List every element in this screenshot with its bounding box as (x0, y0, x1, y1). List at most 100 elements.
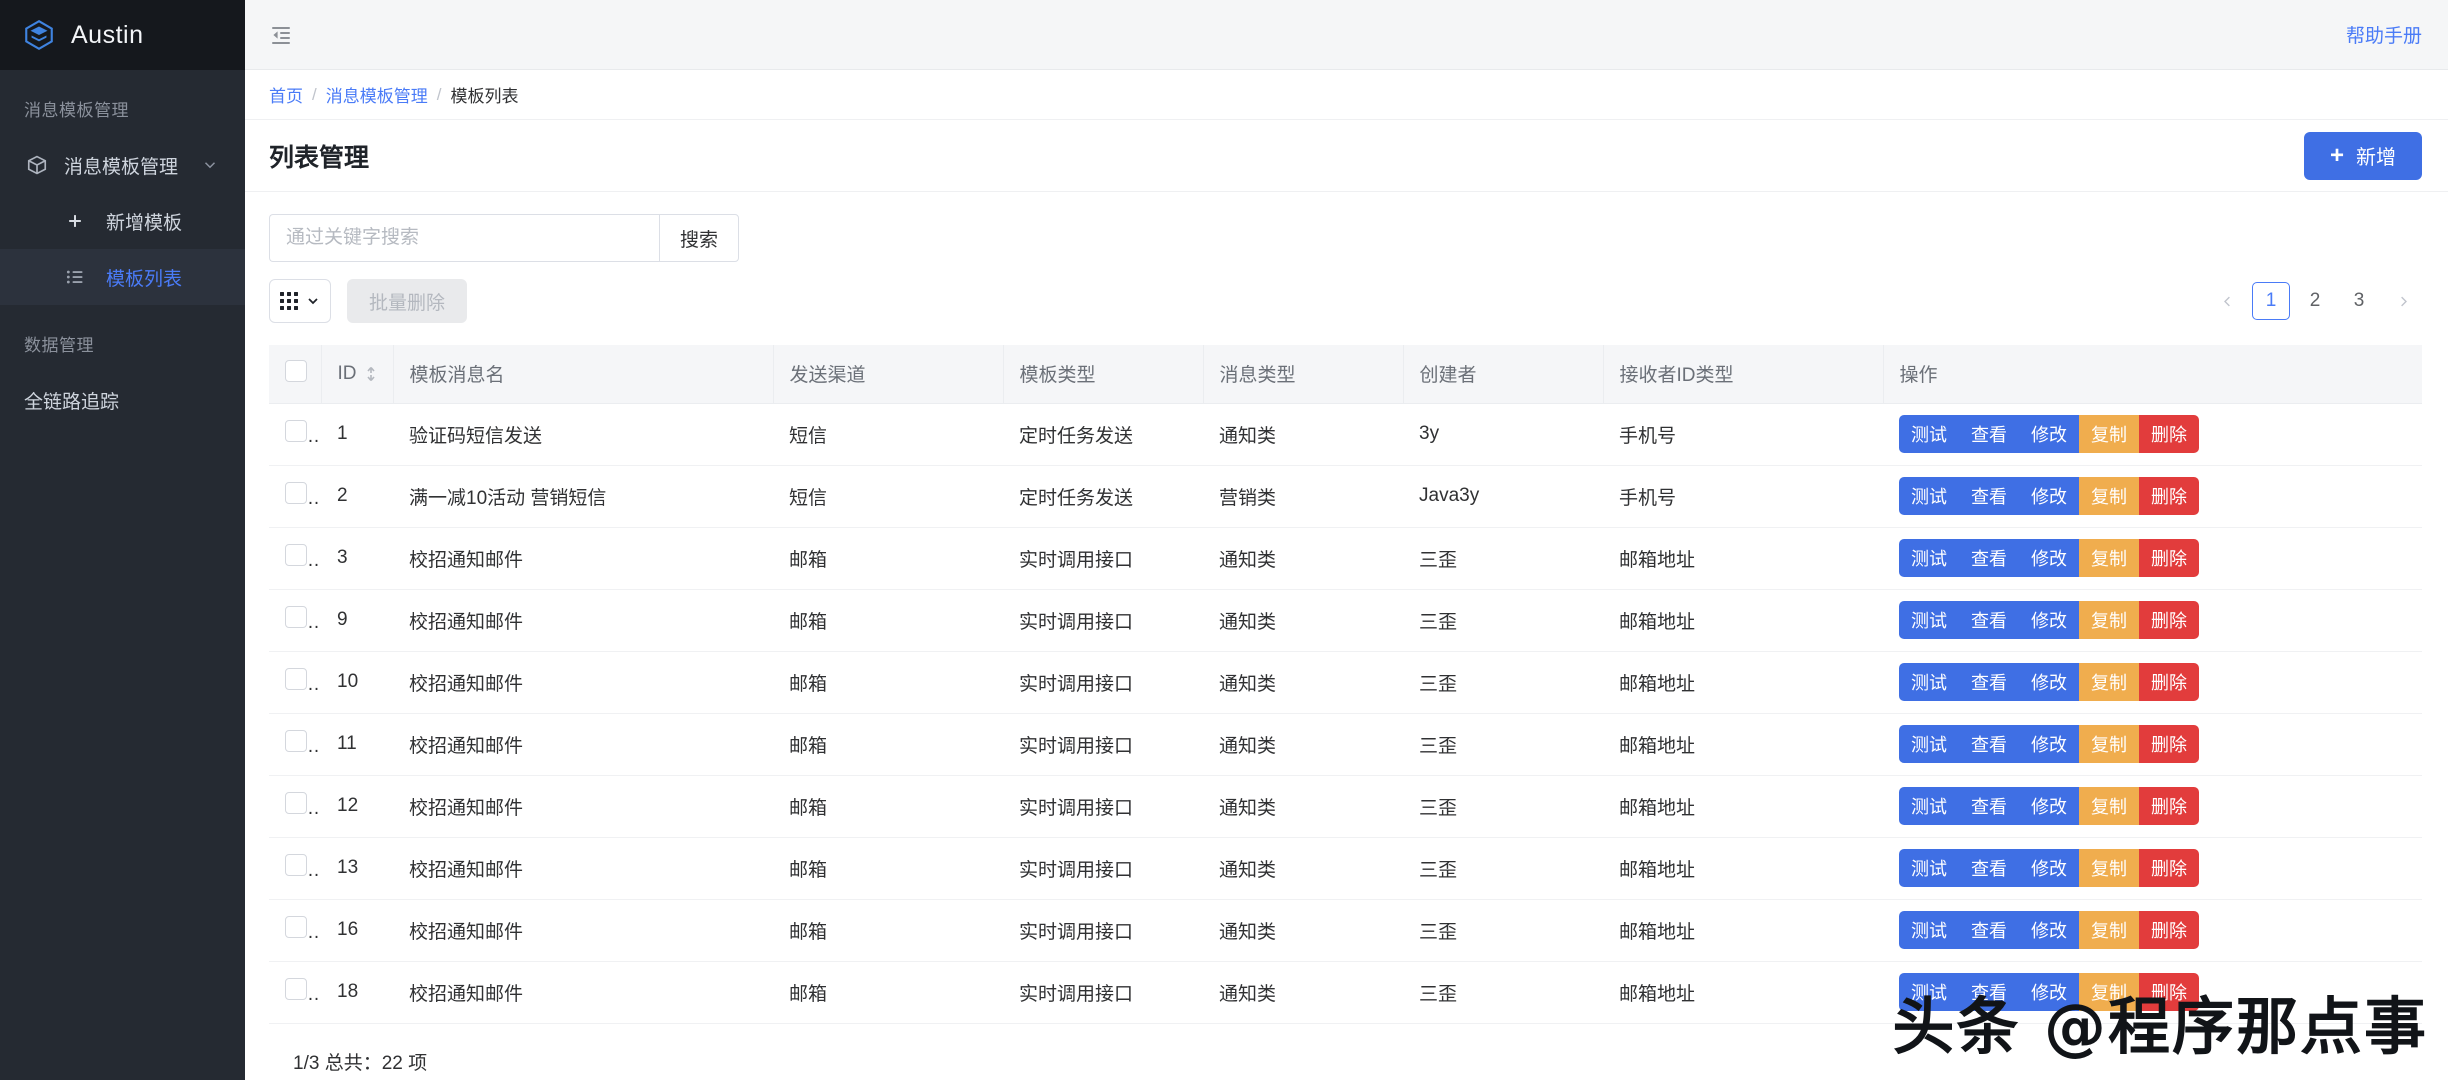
row-action-test-button[interactable]: 测试 (1899, 787, 1959, 825)
sort-icon[interactable] (365, 366, 377, 382)
breadcrumb-item-message-template-management[interactable]: 消息模板管理 (326, 82, 428, 107)
row-action-edit-button[interactable]: 修改 (2019, 787, 2079, 825)
th-message-type: 消息类型 (1203, 345, 1404, 404)
cell-operations: 测试 查看 修改 复制 删除 (1883, 465, 2422, 528)
pagination-prev-button[interactable] (2208, 282, 2246, 320)
row-action-view-button[interactable]: 查看 (1959, 725, 2019, 763)
row-action-edit-button[interactable]: 修改 (2019, 601, 2079, 639)
cell-operations: 测试 查看 修改 复制 删除 (1883, 589, 2422, 652)
row-action-test-button[interactable]: 测试 (1899, 601, 1959, 639)
select-all-checkbox[interactable] (285, 359, 307, 382)
row-checkbox[interactable] (285, 544, 307, 566)
th-send-channel: 发送渠道 (773, 345, 1004, 404)
row-action-copy-button[interactable]: 复制 (2079, 725, 2139, 763)
row-action-delete-button[interactable]: 删除 (2139, 539, 2199, 577)
row-action-copy-button[interactable]: 复制 (2079, 973, 2139, 1011)
row-action-copy-button[interactable]: 复制 (2079, 415, 2139, 453)
row-action-group: 测试 查看 修改 复制 删除 (1899, 725, 2199, 763)
menu-fold-icon[interactable] (269, 23, 293, 47)
row-action-test-button[interactable]: 测试 (1899, 539, 1959, 577)
cell-template-name: 校招通知邮件 (393, 589, 773, 652)
row-action-view-button[interactable]: 查看 (1959, 787, 2019, 825)
row-action-view-button[interactable]: 查看 (1959, 911, 2019, 949)
row-action-view-button[interactable]: 查看 (1959, 849, 2019, 887)
row-action-view-button[interactable]: 查看 (1959, 415, 2019, 453)
search-input[interactable] (269, 214, 659, 262)
row-action-delete-button[interactable]: 删除 (2139, 415, 2199, 453)
sidebar-item-template-list[interactable]: 模板列表 (0, 249, 245, 305)
row-checkbox[interactable] (285, 916, 307, 938)
row-action-delete-button[interactable]: 删除 (2139, 601, 2199, 639)
breadcrumb-item-home[interactable]: 首页 (269, 82, 303, 107)
row-action-delete-button[interactable]: 删除 (2139, 973, 2199, 1011)
sidebar-item-label: 新增模板 (106, 212, 183, 234)
sidebar-item-message-template-management[interactable]: 消息模板管理 (0, 137, 245, 193)
row-action-delete-button[interactable]: 删除 (2139, 787, 2199, 825)
row-action-edit-button[interactable]: 修改 (2019, 539, 2079, 577)
row-checkbox[interactable] (285, 606, 307, 628)
batch-delete-button[interactable]: 批量删除 (347, 279, 468, 323)
help-manual-link[interactable]: 帮助手册 (2346, 21, 2422, 48)
cell-message-type: 营销类 (1203, 465, 1403, 528)
row-action-copy-button[interactable]: 复制 (2079, 849, 2139, 887)
app-root: Austin 消息模板管理 消息模板管理 新增模板 模板列表 数据管理 全链路追… (0, 0, 2448, 1080)
row-action-copy-button[interactable]: 复制 (2079, 601, 2139, 639)
row-checkbox[interactable] (285, 420, 307, 442)
pagination-page-1[interactable]: 1 (2252, 282, 2290, 320)
search-button[interactable]: 搜索 (659, 214, 740, 262)
row-checkbox[interactable] (285, 792, 307, 814)
row-action-test-button[interactable]: 测试 (1899, 477, 1959, 515)
th-id[interactable]: ID (321, 345, 394, 404)
sidebar-item-new-template[interactable]: 新增模板 (0, 193, 245, 249)
row-action-edit-button[interactable]: 修改 (2019, 663, 2079, 701)
row-action-edit-button[interactable]: 修改 (2019, 849, 2079, 887)
row-action-copy-button[interactable]: 复制 (2079, 663, 2139, 701)
cell-creator: 三歪 (1403, 589, 1603, 652)
sidebar-group-title-data: 数据管理 (24, 336, 94, 355)
row-action-test-button[interactable]: 测试 (1899, 911, 1959, 949)
row-action-test-button[interactable]: 测试 (1899, 725, 1959, 763)
sidebar-item-full-link-tracing[interactable]: 全链路追踪 (0, 372, 245, 428)
pagination-page-2[interactable]: 2 (2296, 282, 2334, 320)
row-action-edit-button[interactable]: 修改 (2019, 973, 2079, 1011)
row-checkbox[interactable] (285, 730, 307, 752)
row-action-copy-button[interactable]: 复制 (2079, 911, 2139, 949)
row-action-view-button[interactable]: 查看 (1959, 973, 2019, 1011)
row-action-delete-button[interactable]: 删除 (2139, 477, 2199, 515)
th-operations: 操作 (1883, 345, 2422, 404)
column-settings-button[interactable] (269, 279, 331, 323)
row-action-copy-button[interactable]: 复制 (2079, 539, 2139, 577)
row-action-copy-button[interactable]: 复制 (2079, 477, 2139, 515)
plus-icon (62, 211, 88, 231)
row-action-view-button[interactable]: 查看 (1959, 601, 2019, 639)
row-action-delete-button[interactable]: 删除 (2139, 911, 2199, 949)
row-action-delete-button[interactable]: 删除 (2139, 663, 2199, 701)
row-action-copy-button[interactable]: 复制 (2079, 787, 2139, 825)
row-checkbox[interactable] (285, 482, 307, 504)
row-action-edit-button[interactable]: 修改 (2019, 477, 2079, 515)
row-action-delete-button[interactable]: 删除 (2139, 725, 2199, 763)
row-checkbox[interactable] (285, 668, 307, 690)
row-checkbox[interactable] (285, 978, 307, 1000)
row-action-edit-button[interactable]: 修改 (2019, 725, 2079, 763)
cell-operations: 测试 查看 修改 复制 删除 (1883, 775, 2422, 838)
table-row: 10 校招通知邮件 邮箱 实时调用接口 通知类 三歪 邮箱地址 测试 查看 修改 复制 删除 (269, 651, 2422, 714)
row-action-edit-button[interactable]: 修改 (2019, 415, 2079, 453)
cell-creator: 三歪 (1403, 837, 1603, 900)
row-action-test-button[interactable]: 测试 (1899, 663, 1959, 701)
row-action-test-button[interactable]: 测试 (1899, 415, 1959, 453)
row-action-view-button[interactable]: 查看 (1959, 663, 2019, 701)
row-action-delete-button[interactable]: 删除 (2139, 849, 2199, 887)
row-checkbox[interactable] (285, 854, 307, 876)
cell-id: 2 (321, 465, 393, 528)
row-action-view-button[interactable]: 查看 (1959, 477, 2019, 515)
table-header-row: ID 模板消息名 发送渠道 模板类型 消息类型 创建者 接收者ID类型 操作 (269, 345, 2422, 404)
sidebar-logo-bar[interactable]: Austin (0, 0, 245, 70)
row-action-view-button[interactable]: 查看 (1959, 539, 2019, 577)
pagination-page-3[interactable]: 3 (2340, 282, 2378, 320)
pagination-next-button[interactable] (2384, 282, 2422, 320)
row-action-test-button[interactable]: 测试 (1899, 849, 1959, 887)
row-action-edit-button[interactable]: 修改 (2019, 911, 2079, 949)
row-action-test-button[interactable]: 测试 (1899, 973, 1959, 1011)
add-button[interactable]: + 新增 (2303, 131, 2422, 180)
